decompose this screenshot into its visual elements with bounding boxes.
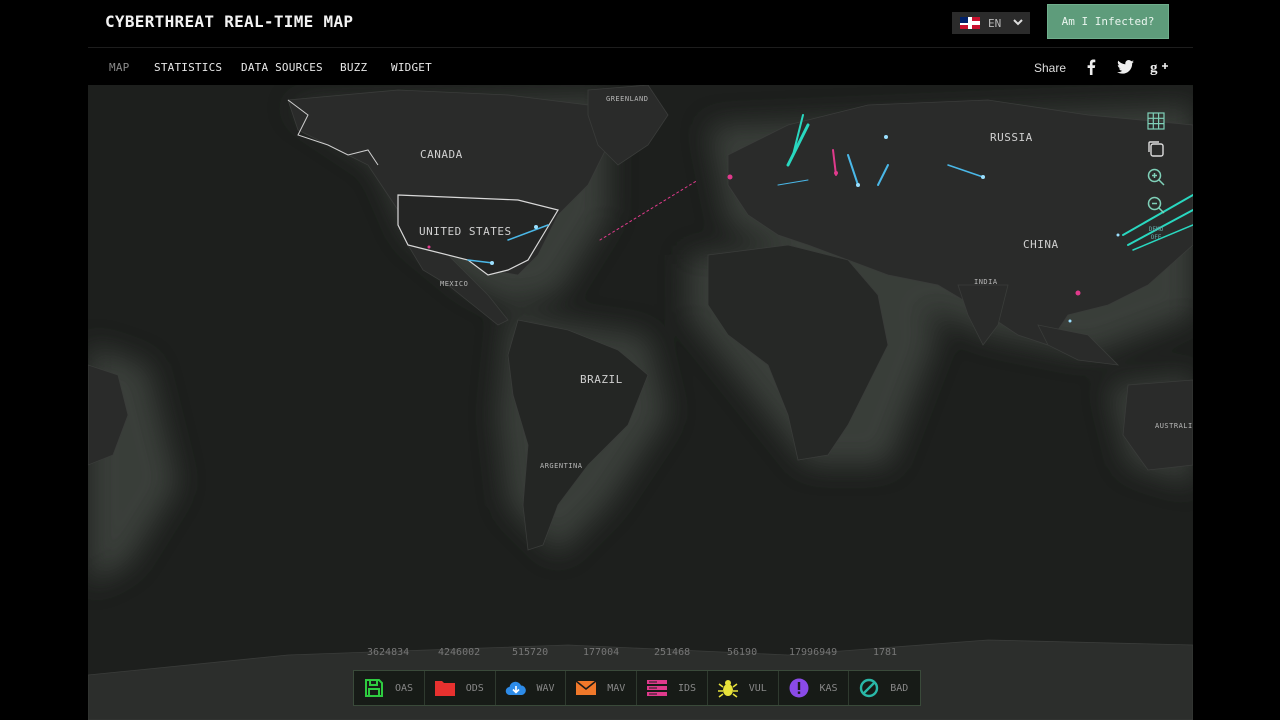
header: CYBERTHREAT REAL-TIME MAP EN Am I Infect… bbox=[88, 0, 1193, 48]
nav-statistics[interactable]: STATISTICS bbox=[154, 61, 222, 74]
stat-bad-label: BAD bbox=[890, 682, 909, 694]
count-oas: 3624834 bbox=[367, 647, 410, 658]
label-china: CHINA bbox=[1023, 238, 1059, 251]
zoom-out-icon[interactable] bbox=[1145, 194, 1167, 216]
uk-flag-icon bbox=[960, 17, 980, 29]
label-greenland: GREENLAND bbox=[606, 95, 649, 103]
envelope-icon bbox=[575, 677, 597, 699]
facebook-icon[interactable] bbox=[1081, 57, 1101, 77]
stat-wav[interactable]: WAV bbox=[496, 671, 567, 705]
label-mexico: MEXICO bbox=[440, 280, 469, 288]
layers-icon[interactable] bbox=[1145, 138, 1167, 160]
label-australia: AUSTRALI bbox=[1155, 422, 1193, 430]
language-selector[interactable]: EN bbox=[952, 12, 1030, 34]
label-united-states: UNITED STATES bbox=[419, 225, 512, 238]
label-russia: RUSSIA bbox=[990, 131, 1033, 144]
demo-toggle[interactable]: DEMO OFF bbox=[1145, 223, 1167, 245]
main-nav: MAP STATISTICS DATA SOURCES BUZZ WIDGET … bbox=[88, 49, 1193, 85]
stat-oas-label: OAS bbox=[395, 682, 414, 694]
count-mav: 177004 bbox=[583, 647, 620, 658]
world-map-graphic bbox=[88, 85, 1193, 720]
floppy-disk-icon bbox=[363, 677, 385, 699]
nav-map[interactable]: MAP bbox=[109, 61, 129, 74]
grid-icon[interactable] bbox=[1145, 110, 1167, 132]
label-brazil: BRAZIL bbox=[580, 373, 623, 386]
threat-map[interactable]: GREENLAND CANADA UNITED STATES MEXICO BR… bbox=[88, 85, 1193, 720]
stat-ods-label: ODS bbox=[465, 682, 484, 694]
stat-oas[interactable]: OAS bbox=[354, 671, 425, 705]
count-vul: 56190 bbox=[727, 647, 758, 658]
stats-bar: OAS ODS WAV MAV IDS VUL KAS BAD bbox=[353, 670, 921, 706]
am-i-infected-button[interactable]: Am I Infected? bbox=[1047, 4, 1169, 39]
folder-icon bbox=[434, 677, 456, 699]
label-india: INDIA bbox=[974, 278, 998, 286]
stat-mav-label: MAV bbox=[607, 682, 626, 694]
stat-vul[interactable]: VUL bbox=[708, 671, 779, 705]
stat-kas[interactable]: KAS bbox=[779, 671, 850, 705]
google-plus-icon[interactable]: g bbox=[1149, 57, 1169, 77]
bug-icon bbox=[717, 677, 739, 699]
demo-label: DEMO bbox=[1148, 226, 1164, 233]
count-wav: 515720 bbox=[512, 647, 549, 658]
stat-ods[interactable]: ODS bbox=[425, 671, 496, 705]
stat-wav-label: WAV bbox=[536, 682, 555, 694]
nav-data-sources[interactable]: DATA SOURCES bbox=[241, 61, 323, 74]
demo-state: OFF bbox=[1150, 234, 1162, 241]
twitter-icon[interactable] bbox=[1115, 57, 1135, 77]
stat-ids[interactable]: IDS bbox=[637, 671, 708, 705]
stat-kas-label: KAS bbox=[819, 682, 838, 694]
count-ids: 251468 bbox=[654, 647, 691, 658]
share-label: Share bbox=[1034, 61, 1067, 75]
count-kas: 17996949 bbox=[789, 647, 838, 658]
stat-bad[interactable]: BAD bbox=[849, 671, 920, 705]
server-icon bbox=[646, 677, 668, 699]
nav-buzz[interactable]: BUZZ bbox=[340, 61, 367, 74]
app-title: CYBERTHREAT REAL-TIME MAP bbox=[105, 12, 354, 31]
svg-text:g: g bbox=[1150, 60, 1158, 75]
stat-ids-label: IDS bbox=[678, 682, 697, 694]
chevron-down-icon bbox=[1013, 18, 1023, 29]
nav-widget[interactable]: WIDGET bbox=[391, 61, 432, 74]
stat-mav[interactable]: MAV bbox=[566, 671, 637, 705]
block-icon bbox=[858, 677, 880, 699]
language-label: EN bbox=[988, 16, 1002, 30]
label-canada: CANADA bbox=[420, 148, 463, 161]
zoom-in-icon[interactable] bbox=[1145, 166, 1167, 188]
count-bad: 1781 bbox=[873, 647, 898, 658]
label-argentina: ARGENTINA bbox=[540, 462, 583, 470]
exclamation-icon bbox=[788, 677, 810, 699]
stat-vul-label: VUL bbox=[748, 682, 767, 694]
count-ods: 4246002 bbox=[438, 647, 481, 658]
cloud-download-icon bbox=[505, 677, 527, 699]
